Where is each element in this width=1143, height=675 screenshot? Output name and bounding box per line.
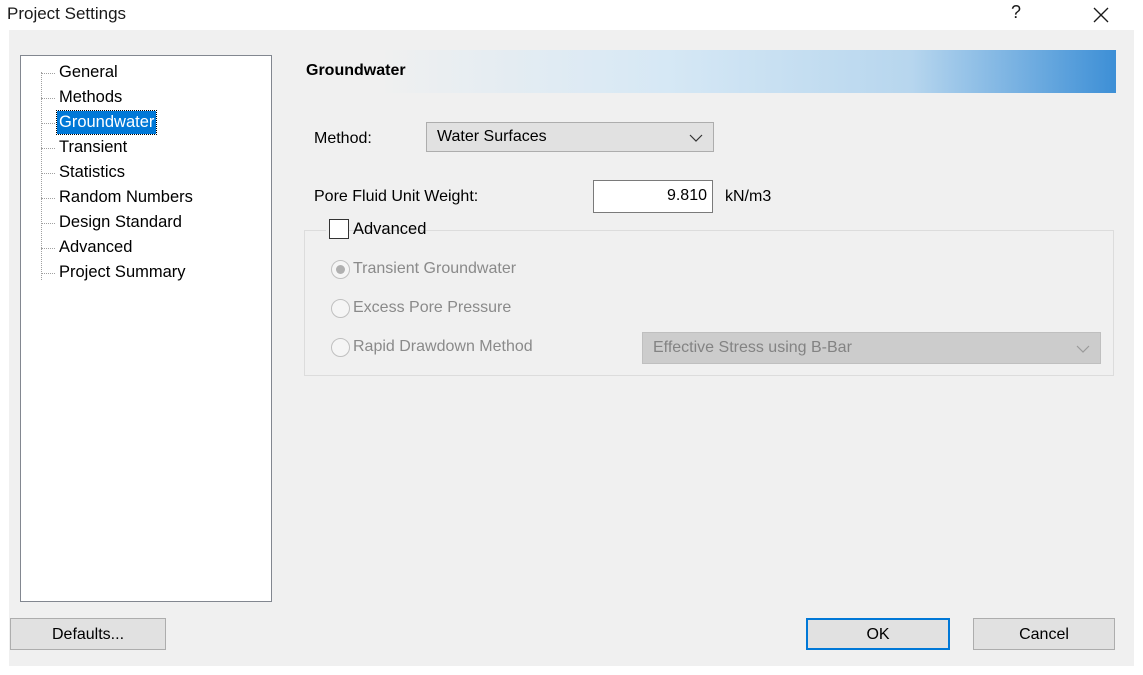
unit-weight-unit: kN/m3 — [725, 188, 772, 205]
tree-item-label: General — [59, 63, 118, 81]
advanced-checkbox[interactable] — [329, 219, 349, 239]
radio-label: Transient Groundwater — [353, 260, 517, 277]
advanced-checkbox-row[interactable]: Advanced — [326, 218, 426, 244]
title-bar: Project Settings ? — [0, 0, 1143, 30]
tree-item-label: Transient — [59, 138, 128, 156]
tree-item-label: Methods — [59, 88, 123, 106]
method-value: Water Surfaces — [437, 128, 547, 145]
rapid-drawdown-value: Effective Stress using B-Bar — [653, 339, 852, 356]
tree-item-label: Random Numbers — [59, 188, 193, 206]
radio-button[interactable] — [331, 260, 350, 279]
window-title: Project Settings — [7, 4, 127, 23]
cancel-button[interactable]: Cancel — [973, 618, 1115, 650]
advanced-checkbox-label: Advanced — [353, 220, 427, 238]
chevron-down-icon — [1076, 345, 1090, 353]
section-title: Groundwater — [306, 62, 406, 79]
radio-label: Rapid Drawdown Method — [353, 338, 533, 355]
section-header: Groundwater — [296, 50, 1116, 93]
unit-weight-value: 9.810 — [666, 187, 707, 204]
tree-item-label: Statistics — [59, 163, 126, 181]
settings-tree[interactable]: General Methods Groundwater Transient St… — [20, 55, 272, 602]
defaults-button[interactable]: Defaults... — [10, 618, 166, 650]
tree-item-label: Groundwater — [55, 110, 158, 135]
chevron-down-icon — [689, 134, 703, 142]
rapid-drawdown-dropdown[interactable]: Effective Stress using B-Bar — [642, 332, 1101, 364]
close-icon — [1093, 7, 1109, 23]
unit-weight-label: Pore Fluid Unit Weight: — [314, 188, 479, 205]
method-label: Method: — [314, 130, 372, 147]
tree-item-label: Project Summary — [59, 263, 186, 281]
tree-item-label: Design Standard — [59, 213, 182, 231]
ok-button[interactable]: OK — [806, 618, 950, 650]
dialog-body: General Methods Groundwater Transient St… — [9, 30, 1134, 666]
method-dropdown[interactable]: Water Surfaces — [426, 122, 714, 152]
help-button[interactable]: ? — [1006, 2, 1026, 23]
radio-button[interactable] — [331, 338, 350, 357]
radio-button[interactable] — [331, 299, 350, 318]
close-button[interactable] — [1086, 0, 1116, 30]
radio-label: Excess Pore Pressure — [353, 299, 512, 316]
unit-weight-input[interactable]: 9.810 — [593, 180, 713, 213]
tree-item-label: Advanced — [59, 238, 133, 256]
